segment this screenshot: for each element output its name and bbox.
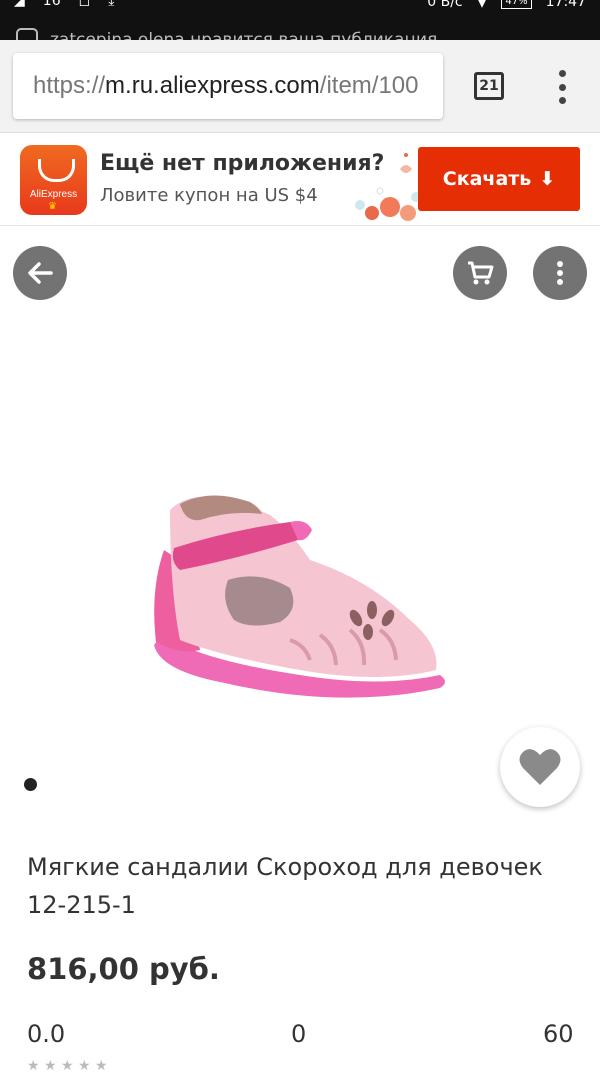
url-host: m.ru.aliexpress.com (105, 72, 320, 99)
product-price: 816,00 руб. (27, 952, 220, 986)
url-path: /item/100 (319, 72, 419, 99)
back-button[interactable] (13, 246, 67, 300)
rating-value: 0.0 (27, 1020, 66, 1048)
tab-count: 21 (479, 78, 499, 94)
signal-icon: ◢ (14, 0, 25, 9)
menu-dot-icon (558, 83, 566, 91)
orders-count: 60 (543, 1020, 574, 1048)
status-left-text: 16 (42, 0, 61, 9)
banner-title: Ещё нет приложения? (100, 151, 385, 176)
download-arrow-icon: ⬇ (539, 168, 556, 190)
arrow-left-icon (28, 262, 53, 284)
product-title: Мягкие сандалии Скороход для девочек 12-… (27, 853, 543, 919)
url-scheme: https:// (33, 72, 106, 99)
browser-toolbar: https://m.ru.aliexpress.com/item/100 21 (0, 40, 600, 133)
download-app-button[interactable]: Скачать ⬇ (418, 147, 580, 211)
instagram-icon: ◻ (78, 0, 91, 9)
aliexpress-logo: AliExpress ♛ (20, 145, 87, 215)
logo-label: AliExpress (29, 189, 78, 200)
rating-stars: ★ ★ ★ ★ ★ (27, 1058, 108, 1074)
download-label: Скачать (442, 168, 532, 190)
clock: 17:47 (545, 0, 586, 10)
crown-icon: ♛ (48, 201, 57, 212)
more-options-button[interactable] (533, 246, 587, 300)
address-bar[interactable]: https://m.ru.aliexpress.com/item/100 (13, 53, 443, 119)
notification-strip[interactable]: zatcepina.olena нравится ваша публикация (0, 12, 600, 40)
instagram-notification-icon (16, 28, 38, 40)
menu-dot-icon (558, 97, 566, 104)
reviews-count: 0 (291, 1020, 307, 1048)
banner-subtitle: Ловите купон на US $4 (100, 185, 318, 206)
menu-dot-icon (558, 70, 566, 77)
gallery-page-indicator (24, 778, 37, 791)
app-download-banner: AliExpress ♛ Ещё нет приложения? Ловите … (0, 133, 600, 226)
cart-icon (468, 261, 494, 285)
more-vertical-icon (557, 261, 563, 285)
status-bar: ◢ 16 ◻ ⤓ 0 B/c ▼ 47% 17:47 (0, 0, 600, 12)
tab-switcher-button[interactable]: 21 (474, 72, 504, 100)
battery-indicator: 47% (501, 0, 532, 9)
cart-button[interactable] (453, 246, 507, 300)
add-to-wishlist-button[interactable] (500, 727, 580, 807)
notification-text: zatcepina.olena нравится ваша публикация (50, 30, 438, 40)
browser-menu-button[interactable] (552, 70, 572, 104)
wifi-icon: ▼ (476, 0, 488, 10)
product-image[interactable] (140, 470, 460, 730)
heart-icon (519, 749, 561, 785)
download-status-icon: ⤓ (108, 0, 115, 9)
shopping-bag-icon (38, 159, 75, 182)
network-speed: 0 B/c (427, 0, 463, 10)
